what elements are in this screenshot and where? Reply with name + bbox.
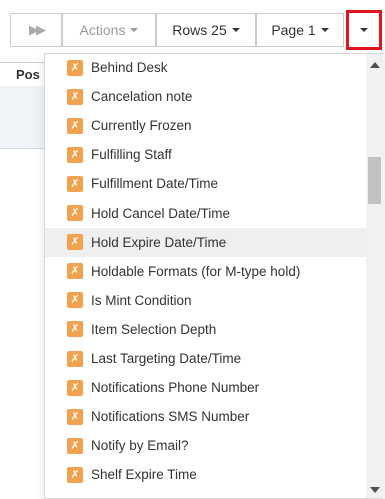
column-menu-item-label: Fulfillment Date/Time: [91, 176, 219, 192]
column-menu-item-label: Hold Cancel Date/Time: [91, 205, 231, 221]
column-menu-item-label: Is Mint Condition: [91, 292, 192, 308]
column-menu-item-label: Cancelation note: [91, 89, 193, 105]
actions-label: Actions: [79, 22, 126, 38]
x-box-icon: ✗: [67, 379, 83, 396]
column-menu-item[interactable]: ✗ Item Selection Depth: [45, 315, 366, 344]
x-box-icon: ✗: [67, 292, 83, 309]
page-label: Page 1: [271, 22, 316, 38]
x-box-icon: ✗: [67, 437, 83, 454]
column-menu-item[interactable]: ✗ Holdable Formats (for M-type hold): [45, 257, 366, 286]
chevron-down-icon: [320, 28, 329, 32]
column-menu-item-label: Notifications SMS Number: [91, 409, 250, 425]
scroll-up-arrow-icon[interactable]: [370, 62, 380, 68]
actions-dropdown-button[interactable]: Actions: [62, 13, 156, 47]
column-menu-item[interactable]: ✗ Shelf Expire Time: [45, 460, 366, 489]
chevron-down-icon: [231, 28, 240, 32]
column-menu-item-label: Behind Desk: [91, 60, 168, 75]
column-menu-item-label: Item Selection Depth: [91, 321, 217, 337]
column-menu-item[interactable]: ✗ Hold Expire Date/Time: [45, 227, 366, 257]
scroll-down-arrow-icon[interactable]: [370, 487, 380, 493]
scrollbar-thumb[interactable]: [368, 157, 381, 204]
grid-header-label: Pos: [16, 67, 40, 82]
x-box-icon: ✗: [67, 408, 83, 425]
column-menu-item[interactable]: ✗ Cancelation note: [45, 82, 366, 111]
column-picker-toggle-button[interactable]: [346, 10, 382, 50]
page-select-button[interactable]: Page 1: [256, 13, 344, 47]
column-menu-item-label: Holdable Formats (for M-type hold): [91, 263, 301, 279]
x-box-icon: ✗: [67, 321, 83, 338]
fast-forward-button[interactable]: ▶▶: [10, 13, 62, 47]
rows-label: Rows 25: [172, 22, 227, 38]
x-box-icon: ✗: [67, 205, 83, 221]
column-menu-item[interactable]: ✗ Notifications Phone Number: [45, 373, 366, 402]
x-box-icon: ✗: [67, 146, 83, 163]
x-box-icon: ✗: [67, 263, 83, 280]
x-box-icon: ✗: [67, 88, 83, 105]
column-menu-item-label: Hold Expire Date/Time: [91, 234, 227, 250]
fast-forward-icon: ▶▶: [29, 22, 46, 37]
menu-scrollbar[interactable]: [366, 54, 383, 498]
x-box-icon: ✗: [67, 350, 83, 367]
x-box-icon: ✗: [67, 59, 83, 76]
column-menu-item[interactable]: ✗ Fulfillment Date/Time: [45, 169, 366, 198]
chevron-down-icon: [130, 28, 139, 32]
column-menu-item[interactable]: ✗ Notify by Email?: [45, 431, 366, 460]
column-menu-item[interactable]: ✗ Notifications SMS Number: [45, 402, 366, 431]
grid-toolbar: ▶▶ Actions Rows 25 Page 1: [0, 0, 385, 57]
x-box-icon: ✗: [67, 117, 83, 134]
column-menu-item[interactable]: ✗ Last Targeting Date/Time: [45, 344, 366, 373]
x-box-icon: ✗: [67, 466, 83, 483]
column-menu-item-label: Fulfilling Staff: [91, 147, 172, 163]
column-menu-item[interactable]: ✗ Currently Frozen: [45, 111, 366, 140]
column-menu-item-label: Shelf Expire Time: [91, 467, 197, 483]
chevron-down-icon: [360, 28, 368, 32]
rows-per-page-button[interactable]: Rows 25: [156, 13, 256, 47]
column-menu-item[interactable]: ✗ Fulfilling Staff: [45, 140, 366, 169]
column-menu-item-label: Notifications Phone Number: [91, 380, 260, 396]
x-box-icon: ✗: [67, 175, 83, 192]
column-menu-item-label: Currently Frozen: [91, 118, 192, 134]
column-menu-item[interactable]: ✗ Is Mint Condition: [45, 286, 366, 315]
column-menu-item[interactable]: ✗ Behind Desk: [45, 54, 366, 82]
column-picker-menu: ✗ Behind Desk ✗ Cancelation note ✗ Currently …: [44, 53, 383, 499]
column-menu-item[interactable]: ✗ Hold Cancel Date/Time: [45, 199, 366, 228]
column-menu-item-label: Last Targeting Date/Time: [91, 351, 242, 366]
x-box-icon: ✗: [67, 234, 83, 251]
column-menu-item-label: Notify by Email?: [91, 438, 189, 454]
